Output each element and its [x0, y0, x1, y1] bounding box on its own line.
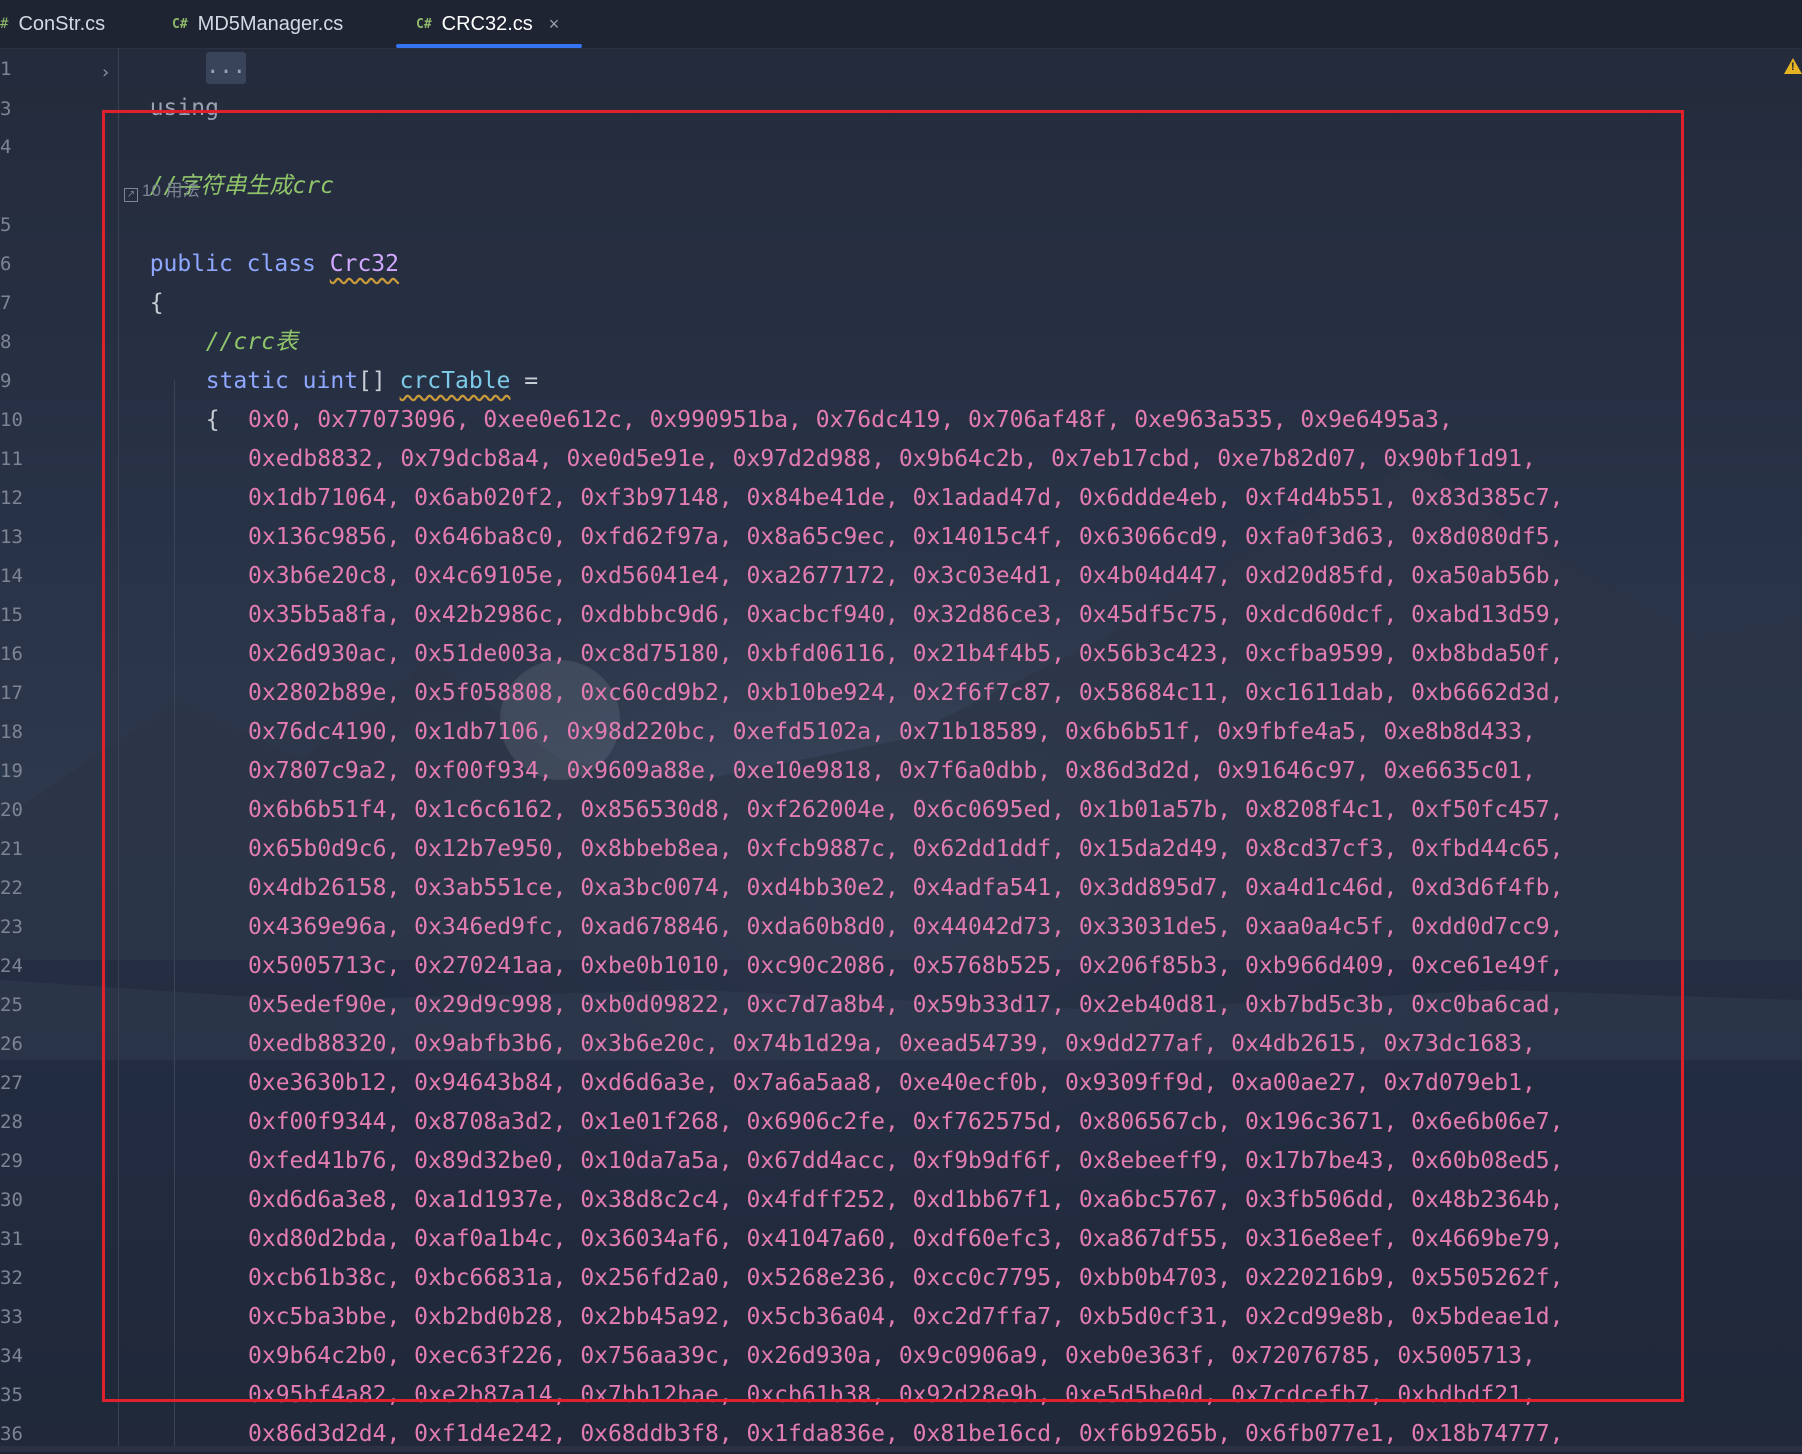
line-number: 15 [0, 604, 23, 626]
line-number: 21 [0, 838, 23, 860]
line-number: 3 [0, 98, 12, 120]
line-number: 10 [0, 409, 23, 431]
line-number: 11 [0, 448, 23, 470]
line-number: 26 [0, 1033, 23, 1055]
close-icon[interactable]: × [549, 14, 560, 35]
line-number: 19 [0, 760, 23, 782]
line-number: 9 [0, 370, 12, 392]
fold-chevron-icon[interactable]: › [100, 62, 111, 83]
line-number: 34 [0, 1345, 23, 1367]
tab-crc32[interactable]: C# CRC32.cs × [416, 0, 559, 48]
line-number: 6 [0, 253, 12, 275]
warning-icon[interactable]: ! [1784, 58, 1802, 74]
line-number: 7 [0, 292, 12, 314]
line-number: 30 [0, 1189, 23, 1211]
line-number: 35 [0, 1384, 23, 1406]
line-number: 27 [0, 1072, 23, 1094]
line-number: 20 [0, 799, 23, 821]
line-number: 32 [0, 1267, 23, 1289]
line-number: 28 [0, 1111, 23, 1133]
tab-constr[interactable]: # ConStr.cs [0, 0, 105, 48]
tab-label: MD5Manager.cs [197, 12, 344, 35]
line-number: 4 [0, 136, 12, 158]
horizontal-scrollbar[interactable] [0, 1446, 1802, 1452]
line-number: 31 [0, 1228, 23, 1250]
line-number: 13 [0, 526, 23, 548]
hex-values: 0x86d3d2d4, 0xf1d4e242, 0x68ddb3f8, 0x1f… [248, 1421, 1564, 1447]
line-number: 8 [0, 331, 12, 353]
tab-md5manager[interactable]: C# MD5Manager.cs [172, 0, 343, 48]
line-number: 25 [0, 994, 23, 1016]
line-number: 1 [0, 58, 12, 80]
highlight-annotation-box [102, 110, 1684, 1402]
line-number: 22 [0, 877, 23, 899]
csharp-file-icon: C# [416, 16, 432, 32]
tab-label: ConStr.cs [18, 12, 106, 35]
csharp-file-icon: C# [172, 16, 188, 32]
line-number: 14 [0, 565, 23, 587]
active-tab-indicator [396, 44, 582, 48]
line-number: 33 [0, 1306, 23, 1328]
line-number: 29 [0, 1150, 23, 1172]
editor-tab-bar: # ConStr.cs C# MD5Manager.cs C# CRC32.cs… [0, 0, 1802, 49]
line-number: 16 [0, 643, 23, 665]
csharp-file-icon: # [0, 16, 9, 32]
line-number: 24 [0, 955, 23, 977]
line-number: 5 [0, 214, 12, 236]
tab-label: CRC32.cs [441, 12, 533, 35]
line-number: 18 [0, 721, 23, 743]
folded-imports-ellipsis[interactable]: ... [206, 52, 246, 84]
line-number: 17 [0, 682, 23, 704]
line-number: 12 [0, 487, 23, 509]
line-number: 23 [0, 916, 23, 938]
code-line-using: using [122, 50, 219, 121]
